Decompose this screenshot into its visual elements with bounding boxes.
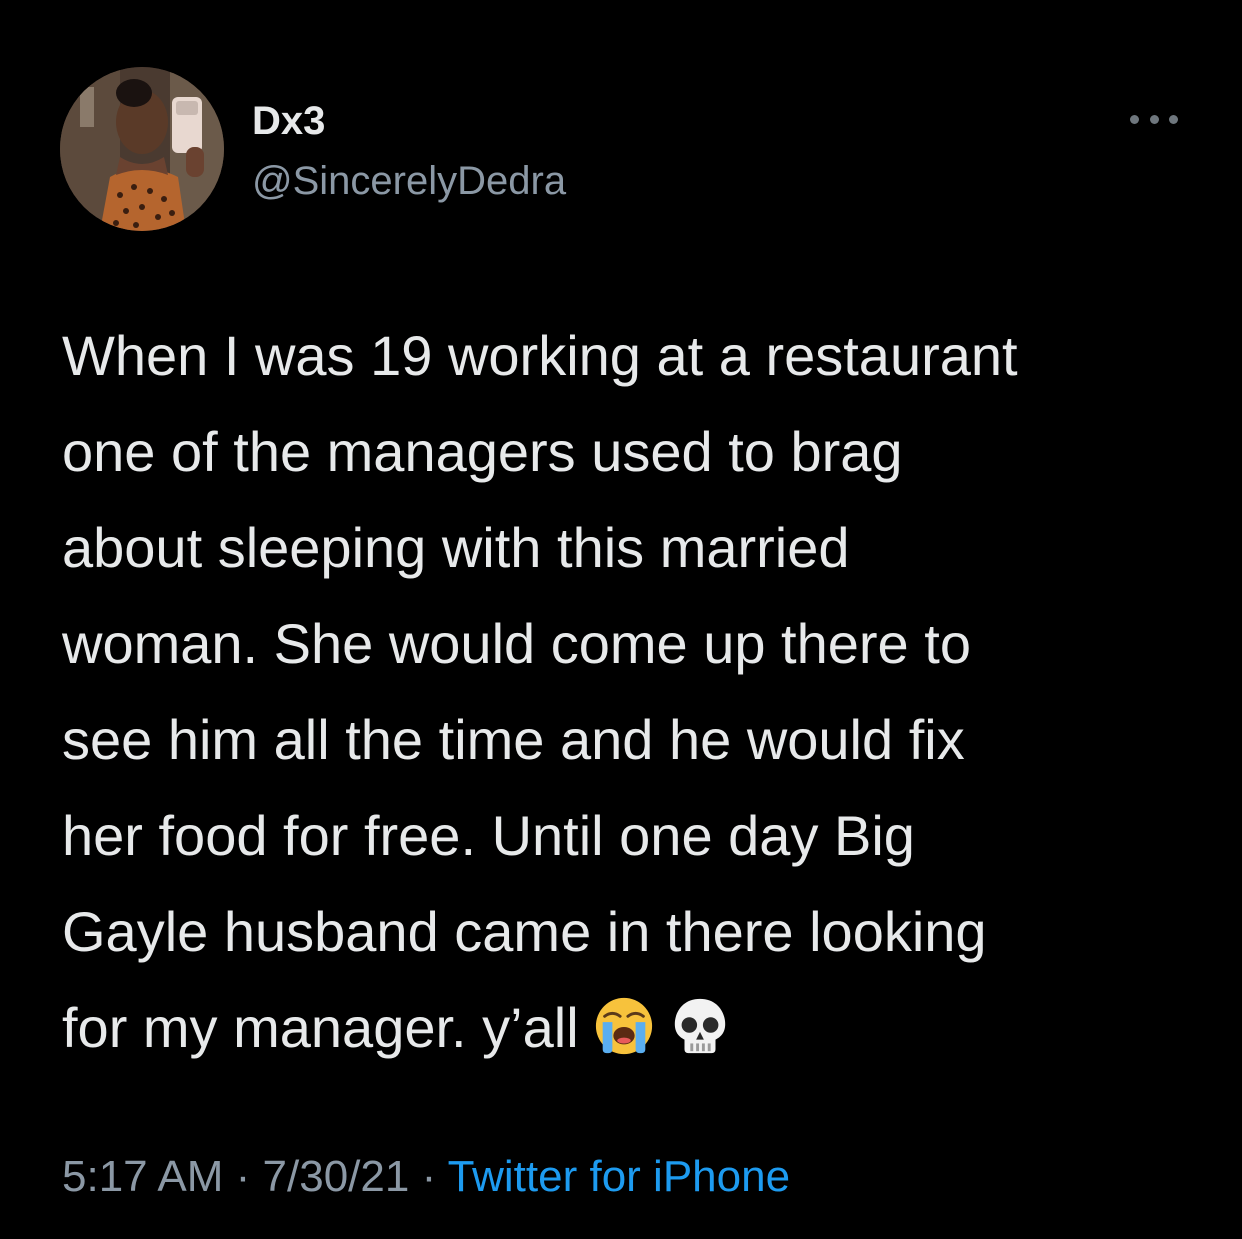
tweet-text-line: woman. She would come up there to [62,612,971,675]
tweet-date[interactable]: 7/30/21 [263,1152,410,1201]
separator-dot: · [223,1152,263,1201]
user-handle[interactable]: @SincerelyDedra [252,156,566,206]
tweet-text-last-line: for my manager. y’all [62,980,1182,1076]
tweet-text-line: about sleeping with this married [62,516,850,579]
tweet-text-line: see him all the time and he would fix [62,708,965,771]
more-horizontal-icon-dot [1169,114,1178,124]
tweet-text-line: for my manager. y’all [62,996,579,1059]
loudly-crying-face-emoji-icon [595,997,652,1055]
tweet-time[interactable]: 5:17 AM [62,1152,223,1201]
tweet-card: Dx3 @SincerelyDedra When I was 19 workin… [0,0,1242,1239]
tweet-text-line: Gayle husband came in there looking [62,900,987,963]
more-horizontal-icon [1130,114,1139,124]
tweet-source-link[interactable]: Twitter for iPhone [448,1152,790,1201]
tweet-text-line: her food for free. Until one day Big [62,804,915,867]
profile-photo-icon [60,67,224,231]
more-horizontal-icon-dot [1149,114,1159,124]
tweet-text: When I was 19 working at a restaurant on… [62,308,1182,1076]
tweet-metadata: 5:17 AM · 7/30/21 · Twitter for iPhone [62,1150,790,1204]
avatar[interactable] [60,67,224,231]
more-options-button[interactable] [1130,104,1178,134]
display-name[interactable]: Dx3 [252,96,325,146]
skull-emoji-icon [674,998,725,1054]
separator-dot: · [409,1152,448,1201]
tweet-text-line: one of the managers used to brag [62,420,903,483]
tweet-text-line: When I was 19 working at a restaurant [62,324,1018,387]
